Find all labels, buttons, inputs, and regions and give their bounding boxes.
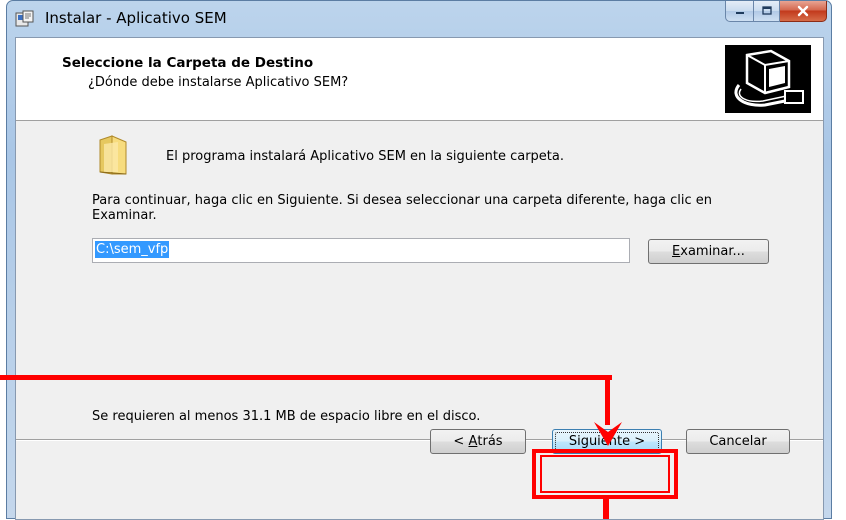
folder-message: El programa instalará Aplicativo SEM en …: [166, 149, 564, 164]
page-title: Seleccione la Carpeta de Destino: [62, 55, 314, 71]
close-button[interactable]: [780, 1, 827, 22]
destination-path-input[interactable]: C:\sem_vfp: [92, 238, 630, 263]
installer-window: Instalar - Aplicativo SEM Seleccione la …: [6, 0, 832, 520]
wizard-body: El programa instalará Aplicativo SEM en …: [16, 121, 823, 439]
cancel-label: Cancelar: [709, 434, 767, 449]
window-title: Instalar - Aplicativo SEM: [45, 9, 227, 27]
folder-icon: [99, 135, 127, 175]
back-accelerator: A: [468, 434, 478, 449]
continue-instructions: Para continuar, haga clic en Siguiente. …: [92, 193, 712, 223]
wizard-header: Seleccione la Carpeta de Destino ¿Dónde …: [16, 38, 823, 121]
installer-app-icon: [15, 10, 34, 27]
annotation-line-vertical: [605, 375, 610, 425]
caption-buttons: [725, 1, 827, 23]
annotation-arrow-icon: [594, 422, 622, 446]
disk-space-required: Se requieren al menos 31.1 MB de espacio…: [92, 409, 481, 424]
back-button[interactable]: < Atrás: [430, 429, 526, 454]
title-bar[interactable]: Instalar - Aplicativo SEM: [7, 1, 831, 37]
computer-install-icon: [725, 45, 811, 113]
close-icon: [797, 5, 809, 17]
cancel-button[interactable]: Cancelar: [686, 429, 790, 454]
browse-button[interactable]: Examinar...: [648, 239, 769, 264]
minimize-icon: [735, 12, 744, 14]
annotation-line-horizontal: [0, 375, 612, 380]
maximize-button[interactable]: [753, 1, 780, 22]
annotation-inner-box: [540, 455, 670, 493]
maximize-icon: [761, 6, 772, 15]
minimize-button[interactable]: [725, 1, 753, 22]
back-label-rest: trás: [477, 434, 503, 449]
page-subtitle: ¿Dónde debe instalarse Aplicativo SEM?: [88, 75, 349, 90]
back-label-prefix: <: [453, 434, 465, 449]
annotation-line-bottom: [603, 499, 609, 519]
browse-label: xaminar...: [680, 244, 745, 259]
browse-accelerator: E: [672, 244, 681, 259]
destination-path-value: C:\sem_vfp: [95, 241, 170, 258]
